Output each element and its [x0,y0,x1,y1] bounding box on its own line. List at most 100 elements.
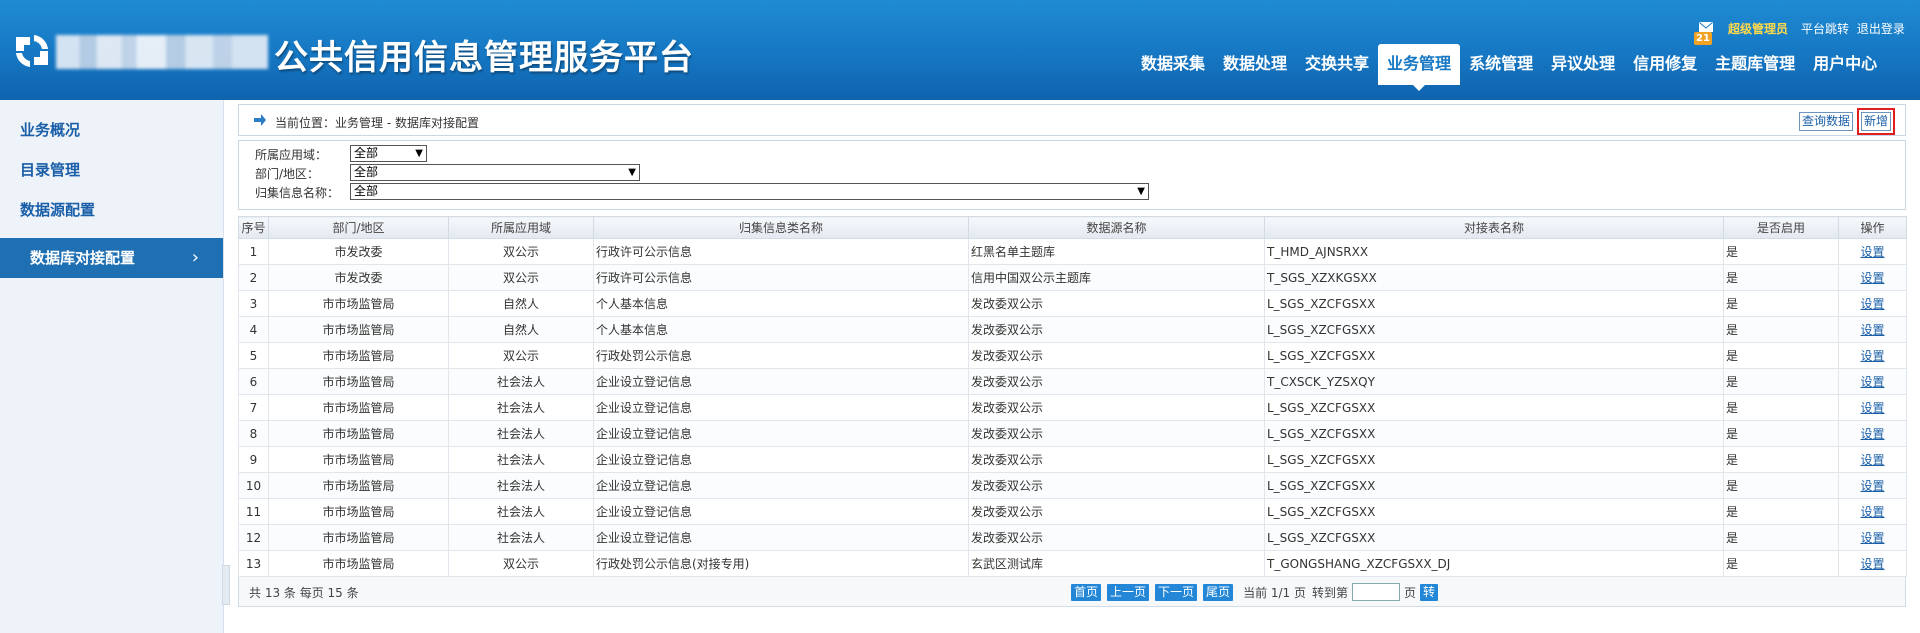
domain-filter-select[interactable]: 全部 ▼ [350,145,427,162]
cell-datasource: 发改委双公示 [968,498,1265,525]
domain-filter-value: 全部 [354,146,379,160]
nav-objection-handling[interactable]: 异议处理 [1542,44,1624,84]
row-settings-link[interactable]: 设置 [1860,271,1884,285]
table-row: 12 市市场监管局 社会法人 企业设立登记信息 发改委双公示 L_SGS_XZCFGSXX… [238,524,1907,551]
cell-domain: 双公示 [448,550,594,577]
sidebar-item-db-docking-config[interactable]: 数据库对接配置 › [0,238,223,278]
nav-system-management[interactable]: 系统管理 [1460,44,1542,84]
row-settings-link[interactable]: 设置 [1860,297,1884,311]
add-button[interactable]: 新增 [1856,108,1896,135]
col-header-enabled: 是否启用 [1723,216,1839,239]
cell-enabled: 是 [1723,446,1839,473]
cell-info-class: 行政处罚公示信息 [593,342,969,369]
query-data-button[interactable]: 查询数据 [1798,112,1853,131]
goto-page-input[interactable] [1352,583,1401,601]
breadcrumb: 当前位置：业务管理 - 数据库对接配置 查询数据 新增 [238,104,1906,136]
platform-switch-link[interactable]: 平台跳转 [1801,22,1849,36]
cell-datasource: 信用中国双公示主题库 [968,264,1265,291]
sidebar-item-catalog-management[interactable]: 目录管理 [0,150,223,190]
next-page-button[interactable]: 下一页 [1155,583,1198,601]
cell-info-class: 企业设立登记信息 [593,394,969,421]
nav-data-processing[interactable]: 数据处理 [1214,44,1296,84]
cell-dept: 市市场监管局 [268,498,449,525]
row-settings-link[interactable]: 设置 [1860,453,1884,467]
row-settings-link[interactable]: 设置 [1860,427,1884,441]
prev-page-button[interactable]: 上一页 [1107,583,1150,601]
cell-action: 设置 [1838,238,1907,265]
pagination: 共 13 条 每页 15 条 首页 上一页 下一页 尾页 当前 1/1 页 转到… [238,577,1906,607]
cell-action: 设置 [1838,524,1907,551]
nav-business-management[interactable]: 业务管理 [1378,44,1461,91]
cell-table-name: L_SGS_XZCFGSXX [1264,316,1724,343]
cell-dept: 市市场监管局 [268,290,449,317]
cell-index: 6 [238,368,269,395]
col-header-info-class: 归集信息类名称 [593,216,969,239]
row-settings-link[interactable]: 设置 [1860,401,1884,415]
nav-user-center[interactable]: 用户中心 [1804,44,1886,84]
chevron-down-icon: ▼ [1137,186,1145,197]
first-page-button[interactable]: 首页 [1071,583,1102,601]
cell-datasource: 发改委双公示 [968,472,1265,499]
logout-link[interactable]: 退出登录 [1857,22,1905,36]
cell-index: 11 [238,498,269,525]
cell-info-class: 行政许可公示信息 [593,264,969,291]
table-row: 10 市市场监管局 社会法人 企业设立登记信息 发改委双公示 L_SGS_XZCFGSXX… [238,472,1907,499]
cell-index: 3 [238,290,269,317]
row-settings-link[interactable]: 设置 [1860,531,1884,545]
user-role[interactable]: 超级管理员 [1728,20,1788,37]
cell-datasource: 红黑名单主题库 [968,238,1265,265]
cell-table-name: L_SGS_XZCFGSXX [1264,472,1724,499]
cell-dept: 市市场监管局 [268,550,449,577]
cell-datasource: 玄武区测试库 [968,550,1265,577]
cell-index: 4 [238,316,269,343]
sidebar-item-datasource-config[interactable]: 数据源配置 [0,190,223,230]
cell-info-class: 企业设立登记信息 [593,368,969,395]
nav-topic-library[interactable]: 主题库管理 [1706,44,1804,84]
sidebar-collapse-handle[interactable] [222,565,230,605]
row-settings-link[interactable]: 设置 [1860,479,1884,493]
col-header-table-name: 对接表名称 [1264,216,1724,239]
cell-info-class: 企业设立登记信息 [593,420,969,447]
cell-action: 设置 [1838,446,1907,473]
cell-info-class: 企业设立登记信息 [593,498,969,525]
cell-action: 设置 [1838,264,1907,291]
message-button[interactable]: 21 [1694,22,1716,46]
platform-title: 公共信用信息管理服务平台 [274,38,694,78]
cell-domain: 自然人 [448,316,594,343]
row-settings-link[interactable]: 设置 [1860,349,1884,363]
table-row: 3 市市场监管局 自然人 个人基本信息 发改委双公示 L_SGS_XZCFGSXX 是 设置 [238,290,1907,317]
cell-enabled: 是 [1723,472,1839,499]
cell-index: 10 [238,472,269,499]
row-settings-link[interactable]: 设置 [1860,505,1884,519]
info-filter-select[interactable]: 全部 ▼ [350,183,1149,200]
pager-controls: 首页 上一页 下一页 尾页 当前 1/1 页 转到第 页 转 [1071,583,1444,601]
cell-datasource: 发改委双公示 [968,394,1265,421]
current-page-text: 当前 1/1 页 [1243,585,1307,600]
row-settings-link[interactable]: 设置 [1860,245,1884,259]
cell-action: 设置 [1838,290,1907,317]
row-settings-link[interactable]: 设置 [1860,323,1884,337]
row-settings-link[interactable]: 设置 [1860,557,1884,571]
nav-exchange-share[interactable]: 交换共享 [1296,44,1378,84]
col-header-action: 操作 [1838,216,1907,239]
cell-index: 12 [238,524,269,551]
nav-data-collection[interactable]: 数据采集 [1132,44,1214,84]
dept-filter-select[interactable]: 全部 ▼ [350,164,640,181]
last-page-button[interactable]: 尾页 [1203,583,1234,601]
arrow-right-icon [254,114,266,126]
sidebar-item-business-overview[interactable]: 业务概况 [0,110,223,150]
cell-dept: 市市场监管局 [268,394,449,421]
row-settings-link[interactable]: 设置 [1860,375,1884,389]
cell-dept: 市市场监管局 [268,472,449,499]
goto-page-button[interactable]: 转 [1420,583,1439,601]
cell-domain: 双公示 [448,264,594,291]
cell-action: 设置 [1838,472,1907,499]
nav-credit-repair[interactable]: 信用修复 [1624,44,1706,84]
table-header-row: 序号 部门/地区 所属应用域 归集信息类名称 数据源名称 对接表名称 是否启用 … [238,216,1907,239]
main-nav: 数据采集 数据处理 交换共享 业务管理 系统管理 异议处理 信用修复 主题库管理… [1132,44,1886,91]
cell-table-name: L_SGS_XZCFGSXX [1264,420,1724,447]
cell-dept: 市市场监管局 [268,316,449,343]
cell-enabled: 是 [1723,316,1839,343]
cell-table-name: L_SGS_XZCFGSXX [1264,498,1724,525]
cell-table-name: L_SGS_XZCFGSXX [1264,290,1724,317]
